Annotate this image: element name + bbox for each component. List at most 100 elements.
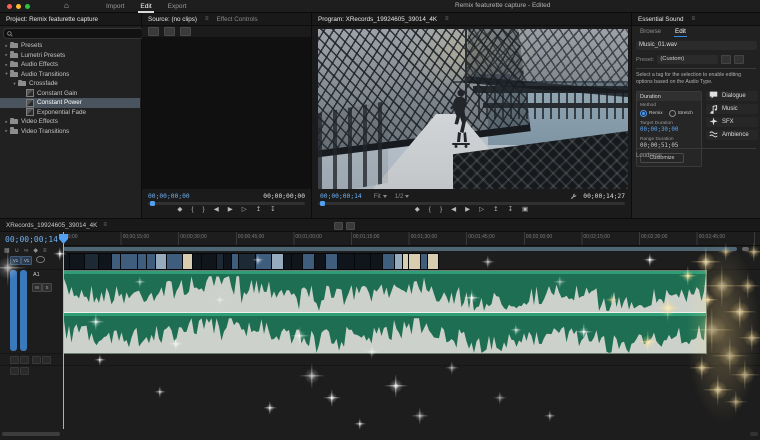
source-patch-a1[interactable] [10,270,17,351]
overwrite-button[interactable]: ↧ [270,207,275,214]
tree-item-crossfade[interactable]: ▾Crossfade [0,79,140,89]
source-patch-v1[interactable]: V1 [10,256,21,265]
remix-radio[interactable]: Remix [640,110,663,117]
step-back-button[interactable]: ◀ [214,207,219,214]
extract-button[interactable]: ↧ [508,207,513,214]
tab-project[interactable]: Project: Remix featurette capture [6,16,98,23]
track-control[interactable] [20,367,29,375]
mute-track-button[interactable]: M [32,283,42,292]
audio-tag-music[interactable]: Music [706,104,758,114]
tab-source[interactable]: Source: (no clips) [148,16,197,23]
tab-browse[interactable]: Browse [640,28,661,35]
program-seek-bar[interactable] [318,202,625,205]
tab-export[interactable]: Export [166,2,189,11]
snap-button[interactable]: ∪ [15,248,19,254]
scrollbar-corner[interactable] [750,432,758,436]
maximize-window-button[interactable] [25,4,30,9]
insert-button[interactable]: ↥ [256,207,261,214]
tree-item-lumetri-presets[interactable]: ▸Lumetri Presets [0,51,140,61]
track-target-a1[interactable] [20,270,27,351]
playhead-line[interactable] [63,232,64,429]
panel-menu-icon[interactable]: ≡ [103,222,107,228]
video-clip-filmstrip[interactable] [63,253,439,270]
audio-tag-dialogue[interactable]: Dialogue [706,91,758,101]
save-preset-button[interactable] [721,55,731,64]
track-control[interactable] [10,367,19,375]
zoom-scrollbar-handle[interactable] [742,247,749,251]
tree-item-constant-power[interactable]: Constant Power [0,98,140,108]
tree-item-video-effects[interactable]: ▸Video Effects [0,117,140,127]
program-playhead[interactable] [320,201,325,206]
tab-sequence[interactable]: XRecords_19924605_39014_4K [6,222,97,229]
twisty-icon[interactable]: ▸ [3,128,10,134]
tab-essential-sound[interactable]: Essential Sound [638,16,684,23]
toggle-track-output-icon[interactable] [36,256,45,263]
twisty-icon[interactable]: ▸ [3,119,10,125]
tree-item-presets[interactable]: ▸Presets [0,41,140,51]
tree-item-constant-gain[interactable]: Constant Gain [0,89,140,99]
mark-in-button[interactable]: { [429,207,431,214]
add-marker-button[interactable]: ◆ [177,207,182,214]
timeline-timecode[interactable]: 00;00;00;14 [5,235,58,244]
twisty-icon[interactable]: ▾ [3,71,10,77]
panel-button[interactable] [148,27,159,36]
effects-search[interactable] [3,28,144,39]
panel-menu-icon[interactable]: ≡ [692,16,696,22]
minimize-window-button[interactable] [16,4,21,9]
add-marker-button[interactable]: ◆ [415,207,420,214]
loudness-section-label[interactable]: Loudness [636,153,662,159]
panel-menu-icon[interactable]: ≡ [445,16,449,22]
twisty-icon[interactable]: ▸ [3,43,10,49]
tree-item-audio-transitions[interactable]: ▾Audio Transitions [0,70,140,80]
search-input[interactable] [15,30,129,38]
source-timecode[interactable]: 00;00;00;00 [148,193,190,200]
track-control[interactable] [20,356,29,364]
mark-out-button[interactable]: } [203,207,205,214]
solo-track-button[interactable]: S [42,283,52,292]
horizontal-scrollbar[interactable] [2,432,60,436]
panel-menu-icon[interactable]: ≡ [205,16,209,22]
audio-clip[interactable] [63,270,707,354]
stretch-radio[interactable]: Stretch [669,110,693,117]
step-forward-button[interactable]: ▷ [242,207,247,214]
settings-wrench-icon[interactable] [570,193,577,200]
duration-header[interactable]: Duration [637,92,701,101]
playback-resolution-select[interactable]: 1/2 [395,193,404,200]
panel-button[interactable] [180,27,191,36]
add-marker-button[interactable]: ◆ [33,248,38,254]
program-timecode[interactable]: 00;00;00;14 [320,193,362,200]
target-duration-value[interactable]: 00;00;30;00 [637,127,701,135]
source-playhead[interactable] [150,201,155,206]
twisty-icon[interactable]: ▾ [11,81,18,87]
track-control[interactable] [42,356,51,364]
tree-item-exponential-fade[interactable]: Exponential Fade [0,108,140,118]
audio-tag-ambience[interactable]: Ambience [706,130,758,140]
timeline-settings-button[interactable]: ≡ [43,248,47,254]
tab-edit[interactable]: Edit [675,28,686,35]
home-icon[interactable]: ⌂ [64,1,69,10]
audio-tag-sfx[interactable]: SFX [706,117,758,127]
tree-item-audio-effects[interactable]: ▸Audio Effects [0,60,140,70]
tab-program[interactable]: Program: XRecords_19924605_39014_4K [318,16,437,23]
track-target-v1[interactable]: V1 [21,256,32,265]
mark-in-button[interactable]: { [191,207,193,214]
source-seek-bar[interactable] [148,202,305,205]
panel-button[interactable] [334,222,343,230]
track-control[interactable] [32,356,41,364]
playhead-marker[interactable] [59,231,68,249]
step-forward-button[interactable]: ▷ [479,207,484,214]
twisty-icon[interactable]: ▸ [3,62,10,68]
play-button[interactable]: ▶ [228,207,233,214]
track-control[interactable] [10,356,19,364]
tab-import[interactable]: Import [104,2,126,11]
zoom-scrollbar[interactable] [63,247,737,251]
close-window-button[interactable] [7,4,12,9]
mark-out-button[interactable]: } [440,207,442,214]
panel-button[interactable] [346,222,355,230]
export-frame-button[interactable]: ▣ [522,207,528,214]
ruler[interactable]: 00;0000;00;15;0000;00;30;0000;00;45;0000… [63,232,760,246]
lift-button[interactable]: ↥ [493,207,498,214]
preset-select[interactable]: (Custom) [657,55,718,64]
step-back-button[interactable]: ◀ [451,207,456,214]
timeline-display-settings-button[interactable]: ▦ [4,248,10,254]
